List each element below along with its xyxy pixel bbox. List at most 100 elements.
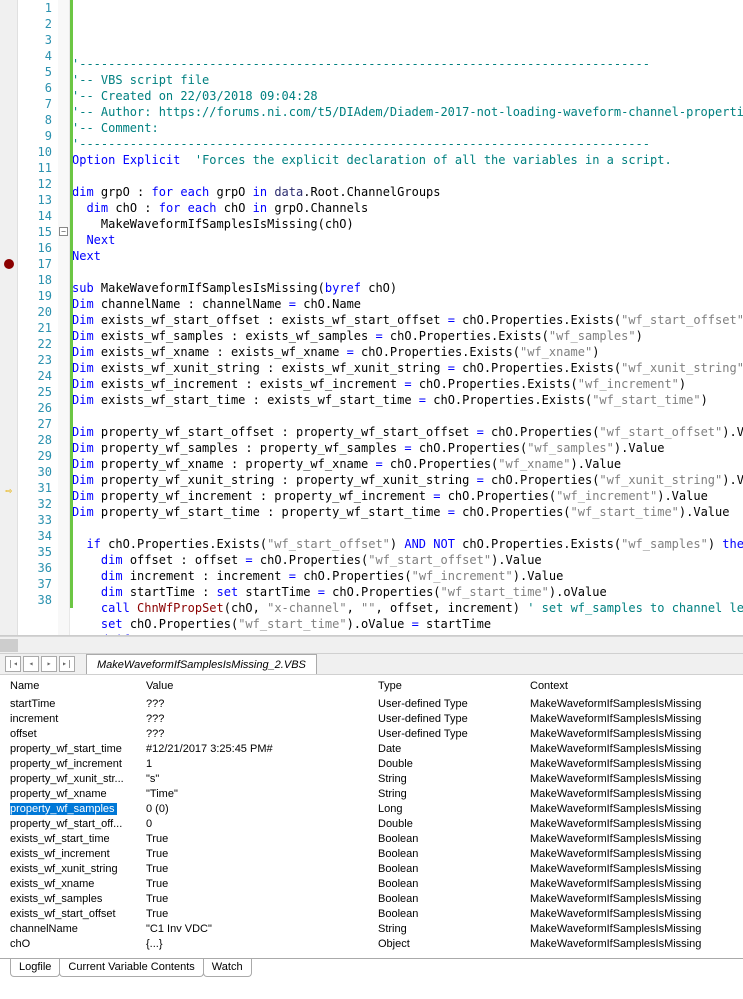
variable-row[interactable]: increment???User-defined TypeMakeWavefor… (0, 712, 743, 727)
line-number: 21 (18, 320, 52, 336)
code-line[interactable]: Dim channelName : channelName = chO.Name (72, 296, 743, 312)
var-context: MakeWaveformIfSamplesIsMissing (530, 922, 733, 937)
variable-row[interactable]: exists_wf_samplesTrueBooleanMakeWaveform… (0, 892, 743, 907)
code-line[interactable]: if chO.Properties.Exists("wf_start_offse… (72, 536, 743, 552)
breakpoint-icon[interactable] (4, 259, 14, 269)
variable-row[interactable]: exists_wf_start_offsetTrueBooleanMakeWav… (0, 907, 743, 922)
code-line[interactable] (72, 408, 743, 424)
line-number-gutter: 1234567891011121314151617181920212223242… (18, 0, 58, 635)
col-header-value[interactable]: Value (146, 679, 378, 694)
line-number: 25 (18, 384, 52, 400)
code-line[interactable]: '-- Author: https://forums.ni.com/t5/DIA… (72, 104, 743, 120)
nav-last-button[interactable]: ▸| (59, 656, 75, 672)
code-line[interactable]: Dim property_wf_start_offset : property_… (72, 424, 743, 440)
var-value: True (146, 907, 378, 922)
variable-row[interactable]: startTime???User-defined TypeMakeWavefor… (0, 697, 743, 712)
code-line[interactable]: dim startTime : set startTime = chO.Prop… (72, 584, 743, 600)
var-type: Boolean (378, 892, 530, 907)
var-context: MakeWaveformIfSamplesIsMissing (530, 847, 733, 862)
code-line[interactable] (72, 520, 743, 536)
var-name: property_wf_xunit_str... (10, 772, 146, 787)
code-line[interactable]: set chO.Properties("wf_start_time").oVal… (72, 616, 743, 632)
code-line[interactable]: Dim exists_wf_samples : exists_wf_sample… (72, 328, 743, 344)
code-line[interactable]: '-- Created on 22/03/2018 09:04:28 (72, 88, 743, 104)
var-context: MakeWaveformIfSamplesIsMissing (530, 787, 733, 802)
variable-row[interactable]: property_wf_xunit_str..."s"StringMakeWav… (0, 772, 743, 787)
var-context: MakeWaveformIfSamplesIsMissing (530, 817, 733, 832)
var-value: 1 (146, 757, 378, 772)
code-line[interactable]: Dim property_wf_samples : property_wf_sa… (72, 440, 743, 456)
code-line[interactable]: Dim property_wf_increment : property_wf_… (72, 488, 743, 504)
code-line[interactable]: call ChnWfPropSet(chO, "x-channel", "", … (72, 600, 743, 616)
fold-gutter[interactable] (58, 0, 70, 635)
line-number: 10 (18, 144, 52, 160)
variable-row[interactable]: property_wf_xname"Time"StringMakeWavefor… (0, 787, 743, 802)
code-line[interactable]: dim chO : for each chO in grpO.Channels (72, 200, 743, 216)
code-line[interactable]: Option Explicit 'Forces the explicit dec… (72, 152, 743, 168)
variable-row[interactable]: property_wf_start_time#12/21/2017 3:25:4… (0, 742, 743, 757)
code-line[interactable]: sub MakeWaveformIfSamplesIsMissing(byref… (72, 280, 743, 296)
var-context: MakeWaveformIfSamplesIsMissing (530, 802, 733, 817)
var-value: ??? (146, 712, 378, 727)
nav-first-button[interactable]: |◂ (5, 656, 21, 672)
code-line[interactable]: Next (72, 232, 743, 248)
variable-row[interactable]: exists_wf_incrementTrueBooleanMakeWavefo… (0, 847, 743, 862)
var-name: property_wf_increment (10, 757, 146, 772)
variable-row[interactable]: offset???User-defined TypeMakeWaveformIf… (0, 727, 743, 742)
nav-prev-button[interactable]: ◂ (23, 656, 39, 672)
var-type: Boolean (378, 832, 530, 847)
variable-row[interactable]: exists_wf_start_timeTrueBooleanMakeWavef… (0, 832, 743, 847)
code-line[interactable]: MakeWaveformIfSamplesIsMissing(chO) (72, 216, 743, 232)
variable-row[interactable]: property_wf_samples0 (0)LongMakeWaveform… (0, 802, 743, 817)
breakpoint-gutter[interactable]: ⇨ (0, 0, 18, 635)
variable-row[interactable]: chO{...}ObjectMakeWaveformIfSamplesIsMis… (0, 937, 743, 952)
line-number: 24 (18, 368, 52, 384)
code-line[interactable]: end if (72, 632, 743, 635)
code-line[interactable]: dim offset : offset = chO.Properties("wf… (72, 552, 743, 568)
col-header-context[interactable]: Context (530, 679, 733, 694)
nav-next-button[interactable]: ▸ (41, 656, 57, 672)
horizontal-scrollbar[interactable] (0, 636, 743, 653)
code-line[interactable]: Dim property_wf_xname : property_wf_xnam… (72, 456, 743, 472)
editor-tab-bar: |◂ ◂ ▸ ▸| MakeWaveformIfSamplesIsMissing… (0, 653, 743, 675)
bottom-tab[interactable]: Logfile (10, 959, 60, 977)
fold-toggle-icon[interactable]: − (59, 227, 68, 236)
code-line[interactable] (72, 264, 743, 280)
var-context: MakeWaveformIfSamplesIsMissing (530, 772, 733, 787)
code-line[interactable]: Dim exists_wf_start_offset : exists_wf_s… (72, 312, 743, 328)
var-type: String (378, 787, 530, 802)
line-number: 8 (18, 112, 52, 128)
code-line[interactable]: dim increment : increment = chO.Properti… (72, 568, 743, 584)
code-line[interactable]: '---------------------------------------… (72, 56, 743, 72)
code-line[interactable]: '---------------------------------------… (72, 136, 743, 152)
variable-row[interactable]: exists_wf_xnameTrueBooleanMakeWaveformIf… (0, 877, 743, 892)
code-line[interactable]: Dim property_wf_start_time : property_wf… (72, 504, 743, 520)
code-line[interactable]: Next (72, 248, 743, 264)
bottom-tab[interactable]: Watch (203, 959, 252, 977)
variable-row[interactable]: channelName"C1 Inv VDC"StringMakeWavefor… (0, 922, 743, 937)
variable-row[interactable]: property_wf_start_off...0DoubleMakeWavef… (0, 817, 743, 832)
code-line[interactable]: Dim exists_wf_start_time : exists_wf_sta… (72, 392, 743, 408)
line-number: 29 (18, 448, 52, 464)
var-type: Boolean (378, 907, 530, 922)
var-name: property_wf_start_time (10, 742, 146, 757)
code-line[interactable]: dim grpO : for each grpO in data.Root.Ch… (72, 184, 743, 200)
col-header-type[interactable]: Type (378, 679, 530, 694)
code-line[interactable] (72, 168, 743, 184)
file-tab[interactable]: MakeWaveformIfSamplesIsMissing_2.VBS (86, 654, 317, 674)
variable-row[interactable]: exists_wf_xunit_stringTrueBooleanMakeWav… (0, 862, 743, 877)
code-line[interactable]: '-- VBS script file (72, 72, 743, 88)
bottom-tab[interactable]: Current Variable Contents (59, 959, 203, 977)
code-line[interactable]: Dim property_wf_xunit_string : property_… (72, 472, 743, 488)
code-area[interactable]: '---------------------------------------… (58, 0, 743, 635)
var-context: MakeWaveformIfSamplesIsMissing (530, 832, 733, 847)
var-type: Double (378, 757, 530, 772)
code-line[interactable]: Dim exists_wf_xunit_string : exists_wf_x… (72, 360, 743, 376)
code-line[interactable]: Dim exists_wf_increment : exists_wf_incr… (72, 376, 743, 392)
line-number: 27 (18, 416, 52, 432)
code-editor[interactable]: ⇨ 12345678910111213141516171819202122232… (0, 0, 743, 636)
code-line[interactable]: Dim exists_wf_xname : exists_wf_xname = … (72, 344, 743, 360)
variable-row[interactable]: property_wf_increment1DoubleMakeWaveform… (0, 757, 743, 772)
code-line[interactable]: '-- Comment: (72, 120, 743, 136)
col-header-name[interactable]: Name (10, 679, 146, 694)
